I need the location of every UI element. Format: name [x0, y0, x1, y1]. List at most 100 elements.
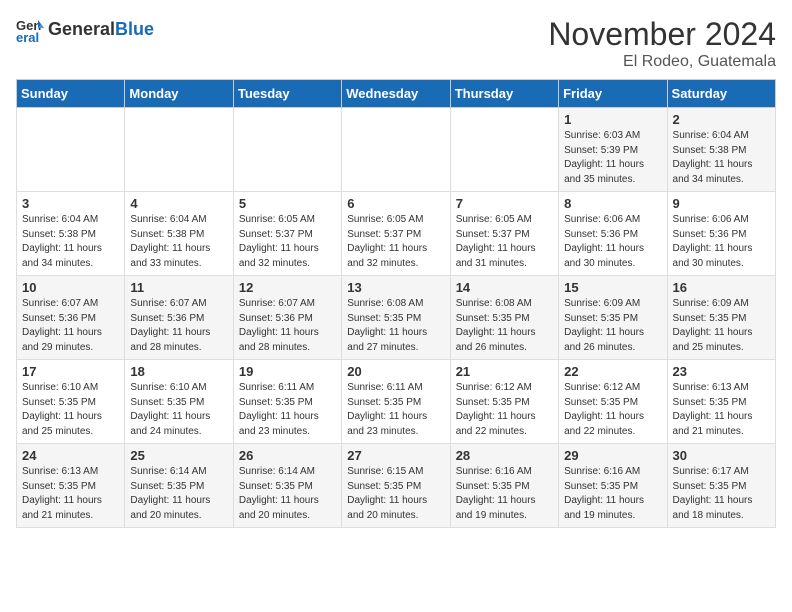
calendar-cell: 12Sunrise: 6:07 AM Sunset: 5:36 PM Dayli… [233, 276, 341, 360]
cell-info: Sunrise: 6:12 AM Sunset: 5:35 PM Dayligh… [456, 381, 553, 439]
header-wednesday: Wednesday [342, 80, 450, 108]
cell-info: Sunrise: 6:07 AM Sunset: 5:36 PM Dayligh… [22, 297, 119, 355]
calendar-cell: 28 Sunrise: 6:16 AM Sunset: 5:35 PM Dayli… [450, 444, 558, 528]
cell-info: Sunrise: 6:13 AM Sunset: 5:35 PM Dayligh… [22, 465, 119, 523]
calendar-cell: 27 Sunrise: 6:15 AM Sunset: 5:35 PM Dayli… [342, 444, 450, 528]
day-number: 8 [564, 196, 661, 211]
location-title: El Rodeo, Guatemala [548, 53, 776, 71]
calendar-cell: 6 Sunrise: 6:05 AM Sunset: 5:37 PM Daylig… [342, 192, 450, 276]
cell-info: Sunrise: 6:04 AM Sunset: 5:38 PM Dayligh… [22, 213, 119, 271]
week-row-3: 10 Sunrise: 6:07 AM Sunset: 5:36 PM Dayli… [17, 276, 776, 360]
week-row-4: 17 Sunrise: 6:10 AM Sunset: 5:35 PM Dayli… [17, 360, 776, 444]
cell-info: Sunrise: 6:12 AM Sunset: 5:35 PM Dayligh… [564, 381, 661, 439]
calendar-cell: 23 Sunrise: 6:13 AM Sunset: 5:35 PM Dayli… [667, 360, 775, 444]
calendar-cell: 11 Sunrise: 6:07 AM Sunset: 5:36 PM Dayli… [125, 276, 233, 360]
day-number: 9 [673, 196, 770, 211]
cell-info: Sunrise: 6:04 AM Sunset: 5:38 PM Dayligh… [673, 129, 770, 187]
cell-info: Sunrise: 6:05 AM Sunset: 5:37 PM Dayligh… [239, 213, 336, 271]
week-row-2: 3 Sunrise: 6:04 AM Sunset: 5:38 PM Daylig… [17, 192, 776, 276]
header-thursday: Thursday [450, 80, 558, 108]
calendar-cell: 20 Sunrise: 6:11 AM Sunset: 5:35 PM Dayli… [342, 360, 450, 444]
calendar-cell: 25Sunrise: 6:14 AM Sunset: 5:35 PM Dayli… [125, 444, 233, 528]
header-friday: Friday [559, 80, 667, 108]
day-number: 21 [456, 364, 553, 379]
cell-info: Sunrise: 6:09 AM Sunset: 5:35 PM Dayligh… [673, 297, 770, 355]
calendar-cell: 3 Sunrise: 6:04 AM Sunset: 5:38 PM Daylig… [17, 192, 125, 276]
day-number: 14 [456, 280, 553, 295]
day-number: 2 [673, 112, 770, 127]
day-number: 10 [22, 280, 119, 295]
calendar-cell: 13 Sunrise: 6:08 AM Sunset: 5:35 PM Dayli… [342, 276, 450, 360]
cell-info: Sunrise: 6:08 AM Sunset: 5:35 PM Dayligh… [456, 297, 553, 355]
day-number: 4 [130, 196, 227, 211]
cell-info: Sunrise: 6:06 AM Sunset: 5:36 PM Dayligh… [564, 213, 661, 271]
day-number: 6 [347, 196, 444, 211]
logo-text: GeneralBlue [48, 20, 154, 40]
title-block: November 2024 El Rodeo, Guatemala [548, 16, 776, 71]
week-row-5: 24 Sunrise: 6:13 AM Sunset: 5:35 PM Dayli… [17, 444, 776, 528]
day-number: 24 [22, 448, 119, 463]
day-number: 30 [673, 448, 770, 463]
cell-info: Sunrise: 6:07 AM Sunset: 5:36 PM Dayligh… [130, 297, 227, 355]
calendar-cell: 29 Sunrise: 6:16 AM Sunset: 5:35 PM Dayli… [559, 444, 667, 528]
calendar-cell [125, 108, 233, 192]
cell-info: Sunrise: 6:14 AM Sunset: 5:35 PM Dayligh… [130, 465, 227, 523]
calendar-cell: 22 Sunrise: 6:12 AM Sunset: 5:35 PM Dayli… [559, 360, 667, 444]
calendar-cell [233, 108, 341, 192]
cell-info: Sunrise: 6:16 AM Sunset: 5:35 PM Dayligh… [456, 465, 553, 523]
calendar-cell: 4 Sunrise: 6:04 AM Sunset: 5:38 PM Daylig… [125, 192, 233, 276]
calendar-cell: 30 Sunrise: 6:17 AM Sunset: 5:35 PM Dayli… [667, 444, 775, 528]
calendar-cell: 7Sunrise: 6:05 AM Sunset: 5:37 PM Daylig… [450, 192, 558, 276]
day-number: 27 [347, 448, 444, 463]
calendar-cell: 5 Sunrise: 6:05 AM Sunset: 5:37 PM Daylig… [233, 192, 341, 276]
cell-info: Sunrise: 6:04 AM Sunset: 5:38 PM Dayligh… [130, 213, 227, 271]
calendar-cell: 16 Sunrise: 6:09 AM Sunset: 5:35 PM Dayli… [667, 276, 775, 360]
calendar-cell: 10 Sunrise: 6:07 AM Sunset: 5:36 PM Dayli… [17, 276, 125, 360]
day-number: 19 [239, 364, 336, 379]
day-number: 3 [22, 196, 119, 211]
week-row-1: 1 Sunrise: 6:03 AM Sunset: 5:39 PM Daylig… [17, 108, 776, 192]
day-number: 26 [239, 448, 336, 463]
calendar-cell: 18 Sunrise: 6:10 AM Sunset: 5:35 PM Dayli… [125, 360, 233, 444]
cell-info: Sunrise: 6:13 AM Sunset: 5:35 PM Dayligh… [673, 381, 770, 439]
day-number: 13 [347, 280, 444, 295]
calendar-cell: 24 Sunrise: 6:13 AM Sunset: 5:35 PM Dayli… [17, 444, 125, 528]
cell-info: Sunrise: 6:05 AM Sunset: 5:37 PM Dayligh… [347, 213, 444, 271]
cell-info: Sunrise: 6:03 AM Sunset: 5:39 PM Dayligh… [564, 129, 661, 187]
cell-info: Sunrise: 6:08 AM Sunset: 5:35 PM Dayligh… [347, 297, 444, 355]
day-number: 29 [564, 448, 661, 463]
header-tuesday: Tuesday [233, 80, 341, 108]
cell-info: Sunrise: 6:14 AM Sunset: 5:35 PM Dayligh… [239, 465, 336, 523]
day-number: 7 [456, 196, 553, 211]
calendar-cell: 19Sunrise: 6:11 AM Sunset: 5:35 PM Dayli… [233, 360, 341, 444]
day-number: 17 [22, 364, 119, 379]
day-number: 15 [564, 280, 661, 295]
cell-info: Sunrise: 6:16 AM Sunset: 5:35 PM Dayligh… [564, 465, 661, 523]
logo: Gen eral GeneralBlue [16, 16, 154, 44]
calendar-cell: 26 Sunrise: 6:14 AM Sunset: 5:35 PM Dayli… [233, 444, 341, 528]
day-number: 11 [130, 280, 227, 295]
cell-info: Sunrise: 6:11 AM Sunset: 5:35 PM Dayligh… [347, 381, 444, 439]
calendar-cell [342, 108, 450, 192]
day-number: 28 [456, 448, 553, 463]
calendar-cell: 9Sunrise: 6:06 AM Sunset: 5:36 PM Daylig… [667, 192, 775, 276]
day-number: 18 [130, 364, 227, 379]
day-number: 5 [239, 196, 336, 211]
calendar-table: SundayMondayTuesdayWednesdayThursdayFrid… [16, 79, 776, 528]
header-sunday: Sunday [17, 80, 125, 108]
calendar-cell [17, 108, 125, 192]
cell-info: Sunrise: 6:17 AM Sunset: 5:35 PM Dayligh… [673, 465, 770, 523]
cell-info: Sunrise: 6:10 AM Sunset: 5:35 PM Dayligh… [130, 381, 227, 439]
day-number: 23 [673, 364, 770, 379]
header-saturday: Saturday [667, 80, 775, 108]
calendar-cell: 1 Sunrise: 6:03 AM Sunset: 5:39 PM Daylig… [559, 108, 667, 192]
day-number: 20 [347, 364, 444, 379]
cell-info: Sunrise: 6:15 AM Sunset: 5:35 PM Dayligh… [347, 465, 444, 523]
day-number: 16 [673, 280, 770, 295]
day-number: 1 [564, 112, 661, 127]
calendar-cell [450, 108, 558, 192]
svg-text:eral: eral [16, 30, 39, 44]
day-number: 22 [564, 364, 661, 379]
calendar-header-row: SundayMondayTuesdayWednesdayThursdayFrid… [17, 80, 776, 108]
calendar-cell: 17Sunrise: 6:10 AM Sunset: 5:35 PM Dayli… [17, 360, 125, 444]
